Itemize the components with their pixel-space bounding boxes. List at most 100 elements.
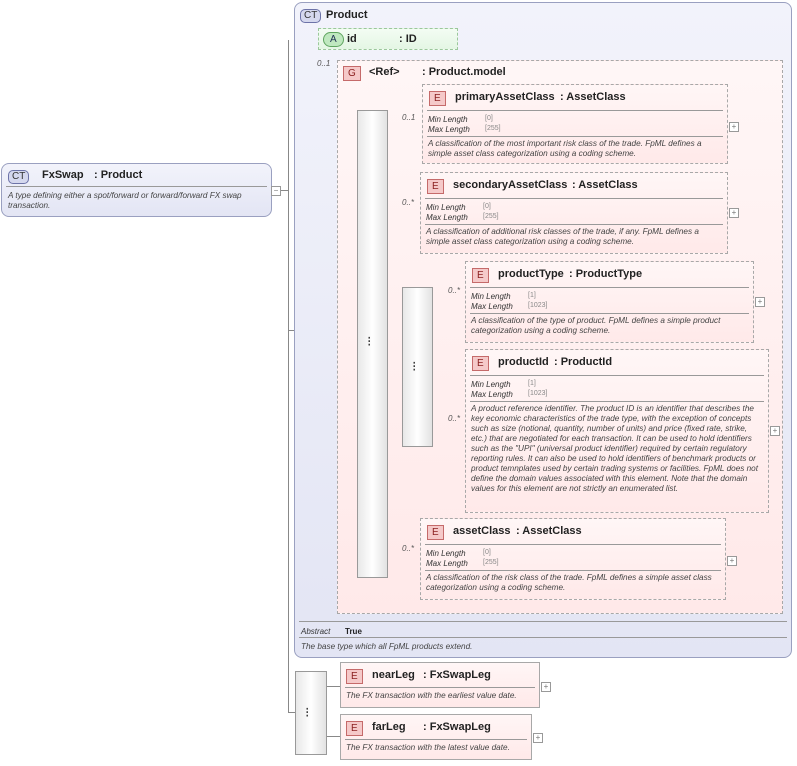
complex-type-badge: CT [8,170,30,184]
element-type: : AssetClass [516,525,582,537]
element-badge: E [346,721,363,736]
abstract-value: True [345,627,362,636]
separator [425,198,723,199]
element-name: assetClass [453,525,511,537]
min-length-value: [0] [485,115,493,122]
min-length-label: Min Length [426,549,466,558]
separator [299,637,787,638]
max-length-value: [255] [483,559,499,566]
element-name: nearLeg [372,669,415,681]
max-length-value: [255] [483,213,499,220]
sequence-icon: ⁝ [412,358,417,374]
element-doc: The FX transaction with the earliest val… [346,691,517,700]
complex-type-badge: CT [300,9,322,23]
max-length-label: Max Length [428,125,470,134]
separator [470,287,749,288]
abstract-label: Abstract [301,627,331,636]
sequence-compositor[interactable]: ⁝ [357,110,388,578]
element-type: : FxSwapLeg [423,669,491,681]
element-multiplicity: 0..1 [402,113,416,122]
connector-trunk [288,40,289,712]
min-length-value: [0] [483,203,491,210]
expand-toggle[interactable]: + [727,556,737,566]
max-length-value: [1023] [528,390,548,397]
element-name: primaryAssetClass [455,91,555,103]
sequence-icon: ⁝ [367,333,372,349]
element-productType[interactable]: E productType Min Length [1] Max Length … [465,261,754,343]
separator [425,224,723,225]
attribute-id-box[interactable]: A id : ID [318,28,458,50]
fxswap-type-box[interactable]: CT FxSwap : Product A type defining eith… [1,163,272,217]
separator [299,621,787,622]
separator [470,375,764,376]
element-badge: E [429,91,446,106]
group-multiplicity: 0..1 [317,59,331,68]
attribute-name: id [347,33,357,45]
fxswap-base-type: : Product [94,169,143,181]
product-doc: The base type which all FpML products ex… [301,642,473,651]
separator [345,687,535,688]
expand-toggle[interactable]: + [770,426,780,436]
element-multiplicity: 0..* [448,286,461,295]
expand-toggle[interactable]: + [729,208,739,218]
expand-toggle[interactable]: + [729,122,739,132]
element-badge: E [472,268,489,283]
fxswap-doc: A type defining either a spot/forward or… [8,191,242,210]
expand-toggle[interactable]: + [755,297,765,307]
element-primaryAssetClass[interactable]: E primaryAssetClass Min Length [0] Max L… [422,84,728,164]
min-length-label: Min Length [471,380,511,389]
element-name: secondaryAssetClass [453,179,568,191]
element-type: : ProductType [569,268,643,280]
group-ref-type: : Product.model [422,66,506,78]
max-length-value: [255] [485,125,501,132]
expand-toggle[interactable]: + [533,733,543,743]
min-length-value: [0] [483,549,491,556]
fxswap-name: FxSwap [42,169,84,181]
min-length-label: Min Length [471,292,511,301]
element-doc: The FX transaction with the latest value… [346,743,510,752]
element-name: farLeg [372,721,406,733]
max-length-label: Max Length [426,213,468,222]
attribute-badge: A [323,32,344,47]
legs-sequence-compositor[interactable]: ⁝ [295,671,327,755]
element-multiplicity: 0..* [402,544,415,553]
element-badge: E [472,356,489,371]
element-farLeg[interactable]: E farLeg : FxSwapLeg The FX transaction … [340,714,532,760]
element-type: : ProductId [554,356,613,368]
element-doc: A classification of additional risk clas… [426,227,699,246]
element-type: : FxSwapLeg [423,721,491,733]
element-secondaryAssetClass[interactable]: E secondaryAssetClass Min Length [0] Max… [420,172,728,254]
separator [6,186,267,187]
min-length-label: Min Length [426,203,466,212]
max-length-value: [1023] [528,302,548,309]
element-badge: E [427,179,444,194]
max-length-label: Max Length [471,390,513,399]
group-badge: G [343,66,361,81]
group-ref-name: <Ref> [369,66,400,78]
element-name: productType [498,268,564,280]
element-type: : AssetClass [572,179,638,191]
sequence-compositor-nested[interactable]: ⁝ [402,287,433,447]
separator [470,401,764,402]
element-multiplicity: 0..* [448,414,461,423]
element-nearLeg[interactable]: E nearLeg : FxSwapLeg The FX transaction… [340,662,540,708]
min-length-label: Min Length [428,115,468,124]
connector-leg2 [325,736,341,737]
separator [345,739,527,740]
collapse-toggle[interactable]: − [271,186,281,196]
element-multiplicity: 0..* [402,198,415,207]
element-productId[interactable]: E productId Min Length [1] Max Length [1… [465,349,769,513]
element-doc: A classification of the risk class of th… [426,573,712,592]
element-doc: A classification of the type of product.… [471,316,721,335]
product-name: Product [326,9,368,21]
connector-leg1 [325,686,341,687]
element-type: : AssetClass [560,91,626,103]
element-assetClass[interactable]: E assetClass Min Length [0] Max Length [… [420,518,726,600]
expand-toggle[interactable]: + [541,682,551,692]
separator [425,544,721,545]
min-length-value: [1] [528,292,536,299]
max-length-label: Max Length [471,302,513,311]
separator [427,110,723,111]
attribute-type: : ID [399,33,417,45]
min-length-value: [1] [528,380,536,387]
